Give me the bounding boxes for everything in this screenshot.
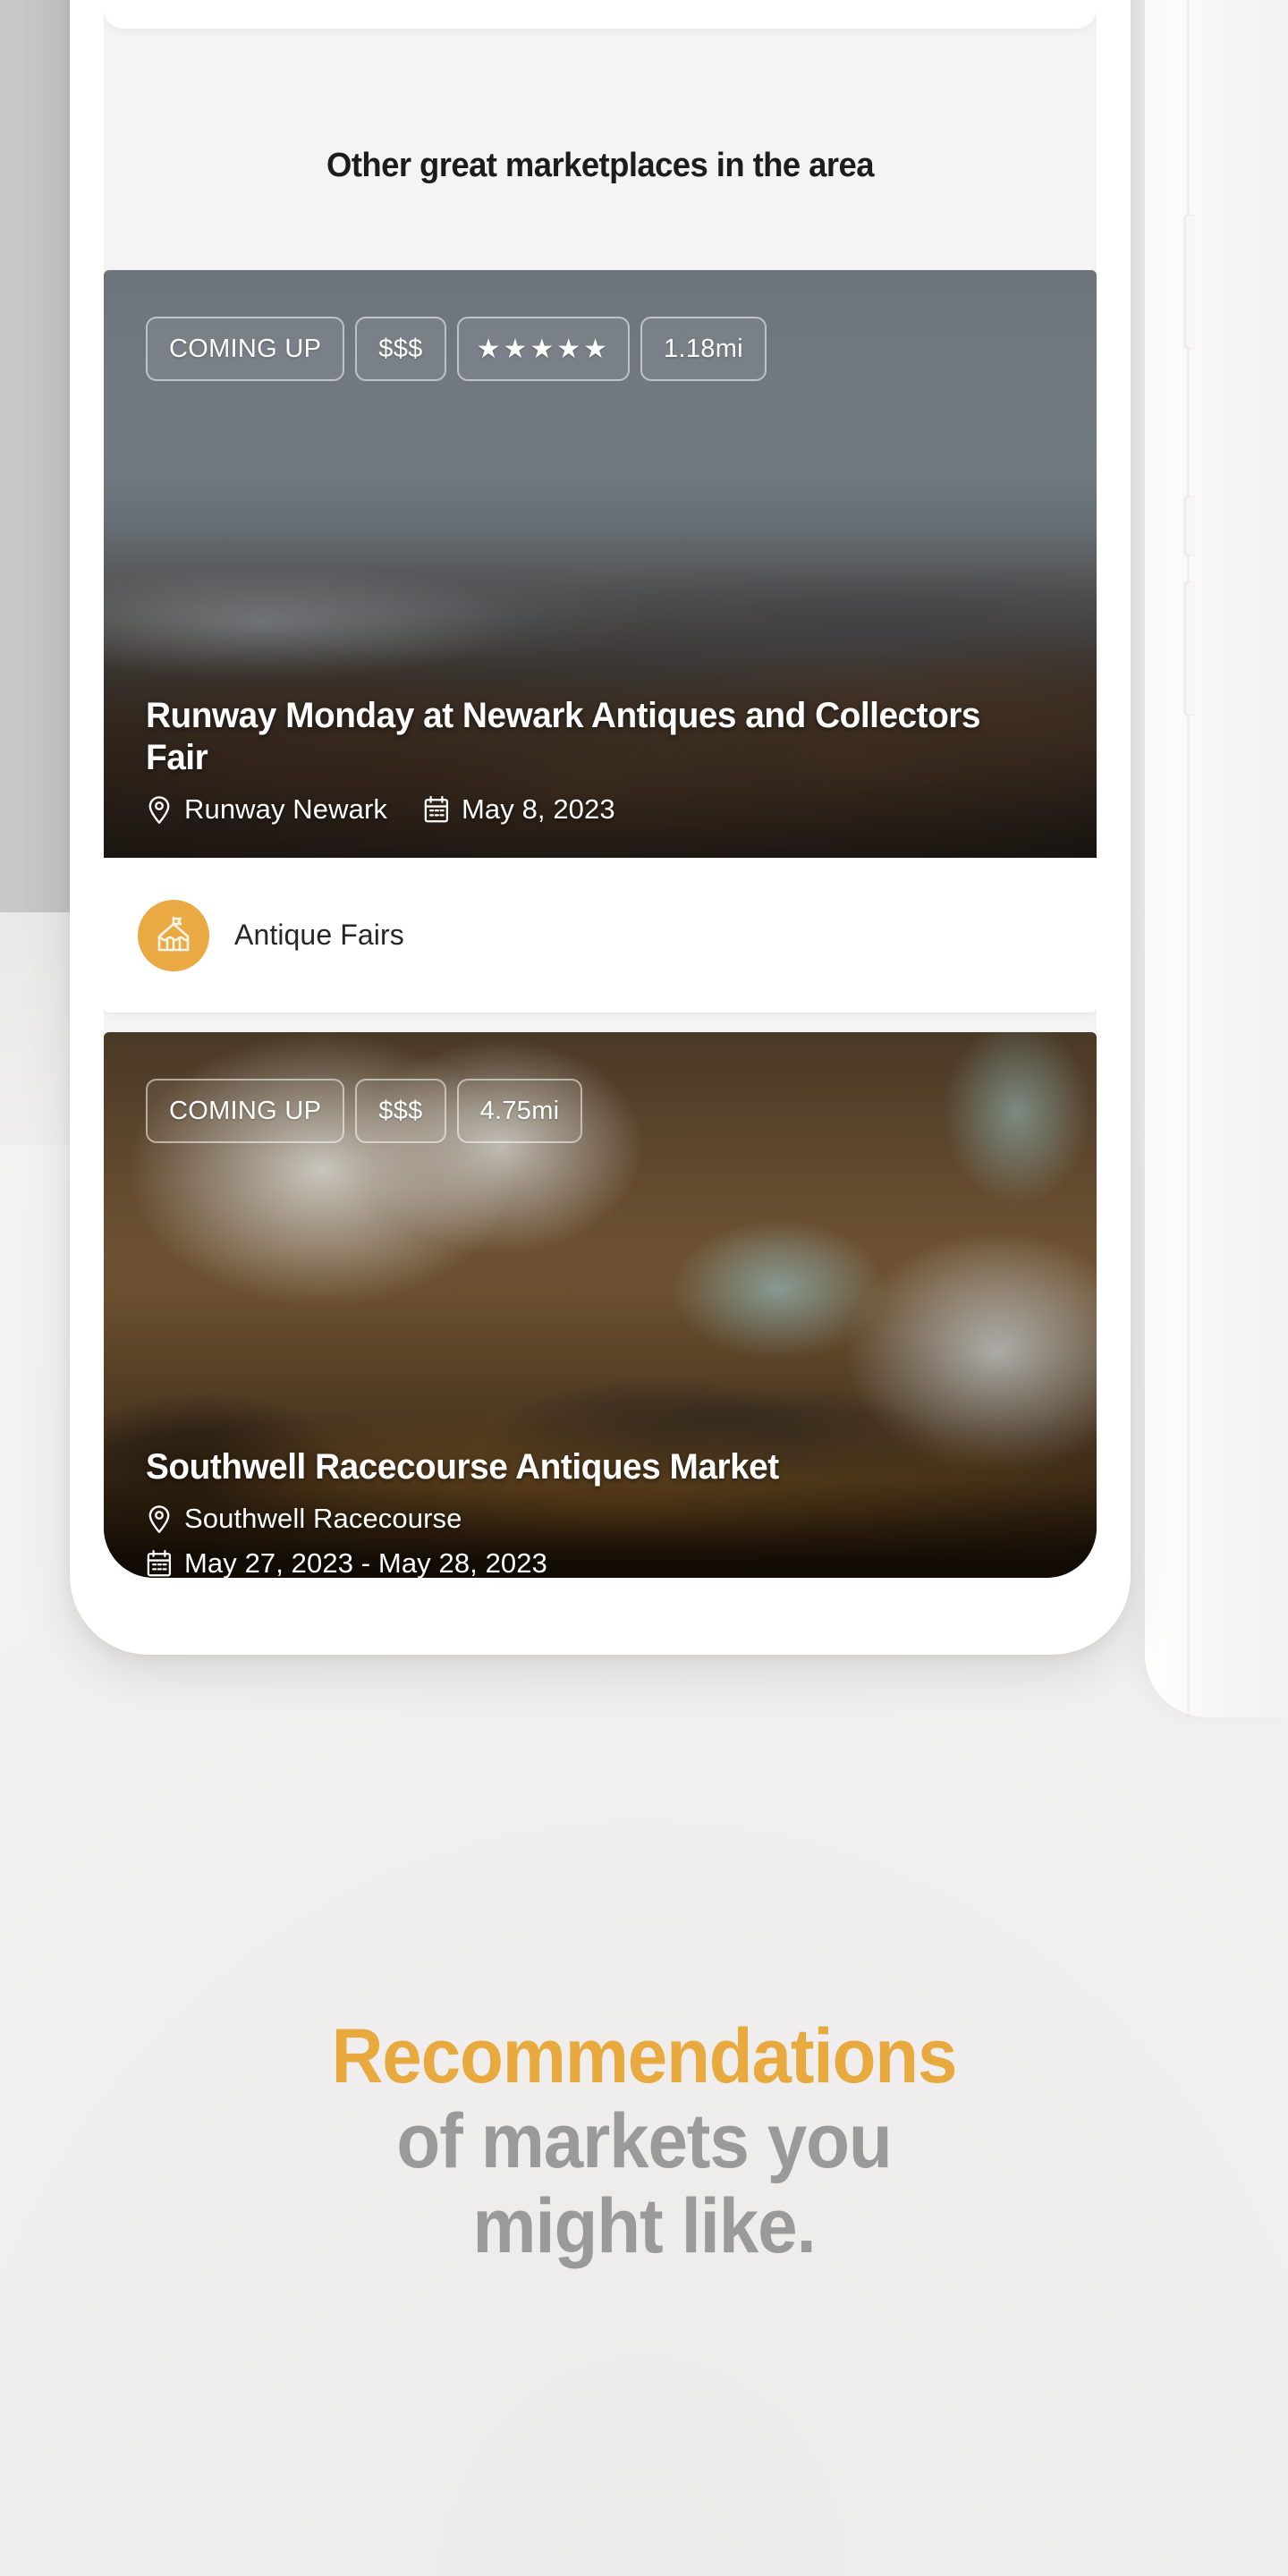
promo-headline-line-2: might like.: [472, 2183, 816, 2270]
card-date-label: May 27, 2023 - May 28, 2023: [184, 1547, 547, 1578]
marketplace-card[interactable]: COMING UP $$$ ★★★★★ 1.18mi Runway Monday…: [104, 270, 1097, 1013]
card-category-footer[interactable]: Antique Fairs: [104, 858, 1097, 1013]
badge-price: $$$: [355, 1079, 446, 1143]
card-meta-row: Runway Newark May 8, 2023: [146, 793, 1055, 826]
device-power-button[interactable]: [1184, 581, 1195, 716]
card-title: Runway Monday at Newark Antiques and Col…: [146, 696, 981, 778]
badge-status: COMING UP: [146, 1079, 345, 1143]
badge-status: COMING UP: [146, 317, 345, 381]
card-date: May 27, 2023 - May 28, 2023: [146, 1547, 1055, 1578]
card-text-block: Southwell Racecourse Antiques Market Sou…: [146, 1446, 1055, 1578]
badge-price: $$$: [355, 317, 446, 381]
card-hero-image: COMING UP $$$ ★★★★★ 1.18mi Runway Monday…: [104, 270, 1097, 858]
map-pin-icon: [146, 794, 173, 825]
calendar-icon: [146, 1548, 173, 1578]
card-location: Southwell Racecourse: [146, 1503, 1055, 1535]
promo-page: Lighting fixtu... Size: 999+ sf...: [0, 0, 1288, 2576]
card-meta-row: Southwell Racecourse May 27, 2023 - May …: [146, 1503, 1055, 1578]
promo-headline-line-1: of markets you: [396, 2098, 892, 2185]
card-category-label: Antique Fairs: [234, 919, 404, 951]
card-title: Southwell Racecourse Antiques Market: [146, 1447, 779, 1487]
section-heading: Other great marketplaces in the area: [326, 147, 874, 184]
card-location-label: Runway Newark: [184, 793, 387, 825]
card-text-block: Runway Monday at Newark Antiques and Col…: [146, 695, 1055, 826]
promo-copy: Recommendations of markets you might lik…: [0, 2013, 1288, 2270]
badge-rating-stars: ★★★★★: [456, 317, 631, 381]
device-volume-down-button[interactable]: [1184, 496, 1195, 555]
card-badges: COMING UP $$$ ★★★★★ 1.18mi: [146, 317, 767, 381]
card-hero-image: COMING UP $$$ 4.75mi Southwell Racecours…: [104, 1032, 1097, 1578]
badge-distance: 4.75mi: [456, 1079, 583, 1143]
adjacent-device-sliver: [1145, 0, 1288, 1717]
card-badges: COMING UP $$$ 4.75mi: [146, 1079, 583, 1143]
card-location-label: Southwell Racecourse: [184, 1503, 462, 1534]
calendar-icon: [423, 794, 450, 825]
phone-device-frame: Lighting fixtu... Size: 999+ sf...: [70, 0, 1131, 1655]
promo-headline-accent: Recommendations: [331, 2013, 958, 2099]
marketplace-card[interactable]: COMING UP $$$ 4.75mi Southwell Racecours…: [104, 1032, 1097, 1578]
badge-distance: 1.18mi: [640, 317, 767, 381]
tent-icon: [138, 899, 209, 971]
phone-screen: Lighting fixtu... Size: 999+ sf...: [104, 0, 1097, 1578]
map-pin-icon: [146, 1504, 173, 1534]
device-volume-up-button[interactable]: [1184, 215, 1195, 349]
card-location: Runway Newark: [146, 793, 387, 826]
card-date: May 8, 2023: [423, 793, 615, 826]
card-date-label: May 8, 2023: [462, 793, 615, 825]
venue-facts-card: Lighting fixtu... Size: 999+ sf...: [104, 0, 1097, 29]
